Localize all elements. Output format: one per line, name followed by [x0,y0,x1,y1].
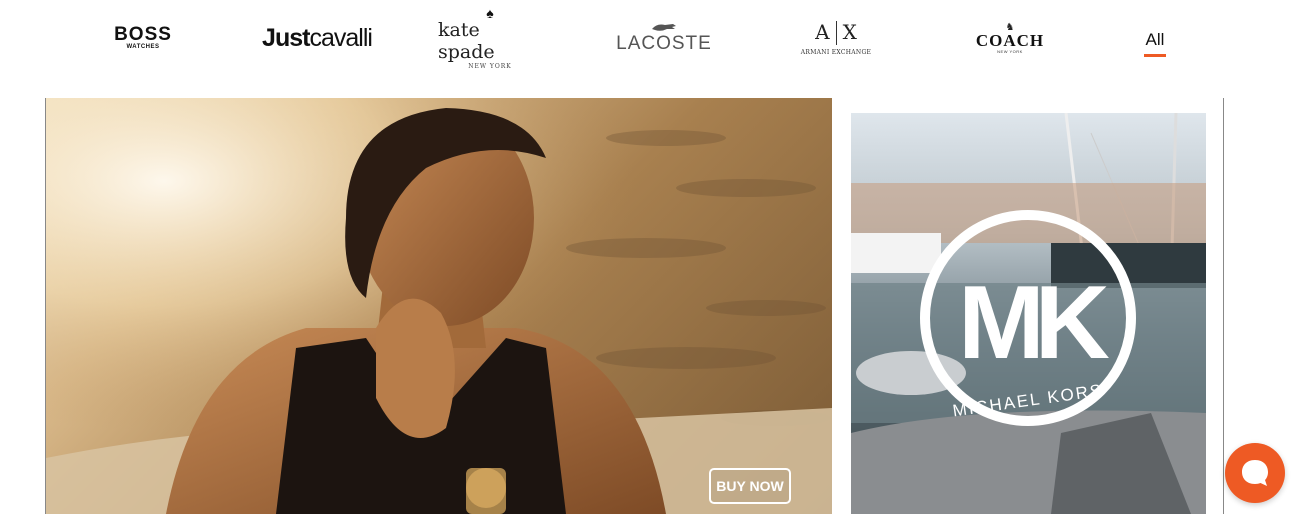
hero-photo-illustration [46,98,832,514]
brand-coach[interactable]: ♞ COACH NEW YORK [962,12,1058,64]
brand-kate-spade-sub-text: NEW YORK [468,62,512,70]
brand-strip: BOSS WATCHES Justcavalli ♠ kate spade NE… [0,0,1302,80]
brand-armani-exchange-sub-text: ARMANI EXCHANGE [800,49,872,57]
brand-just-cavalli-logo-text: Justcavalli [262,23,373,52]
brand-kate-spade[interactable]: ♠ kate spade NEW YORK [438,6,542,70]
chat-bubble-icon [1242,460,1268,486]
page: BOSS WATCHES Justcavalli ♠ kate spade NE… [0,0,1302,514]
michael-kors-banner[interactable]: MK MICHAEL KORS [851,113,1206,514]
brand-armani-exchange-logo-text: AX [815,19,857,46]
brand-just-cavalli[interactable]: Justcavalli [262,12,373,64]
brand-armani-exchange[interactable]: AX ARMANI EXCHANGE [786,12,886,64]
tab-all[interactable]: All [1140,29,1170,59]
chat-launcher-button[interactable] [1225,443,1285,503]
spade-icon: ♠ [486,4,494,21]
brand-boss-logo-text: BOSS [114,24,172,45]
brand-boss-sub-text: WATCHES [126,44,160,50]
brand-lacoste-logo-text: LACOSTE [616,33,712,54]
tab-all-label: All [1145,30,1165,49]
tab-active-underline [1144,54,1166,57]
brand-boss-watches[interactable]: BOSS WATCHES [104,12,182,64]
mk-monogram: MK [958,265,1110,381]
buy-now-button[interactable]: BUY NOW [709,468,791,504]
brand-lacoste[interactable]: LACOSTE [612,12,716,64]
brand-coach-logo-text: COACH [975,30,1045,50]
banner-right-border [1223,98,1224,514]
crocodile-icon [652,24,676,31]
hero-banner-image[interactable]: BUY NOW [46,98,832,514]
brand-coach-sub-text: NEW YORK [997,48,1023,54]
brand-kate-spade-logo-text: kate spade [438,18,495,63]
